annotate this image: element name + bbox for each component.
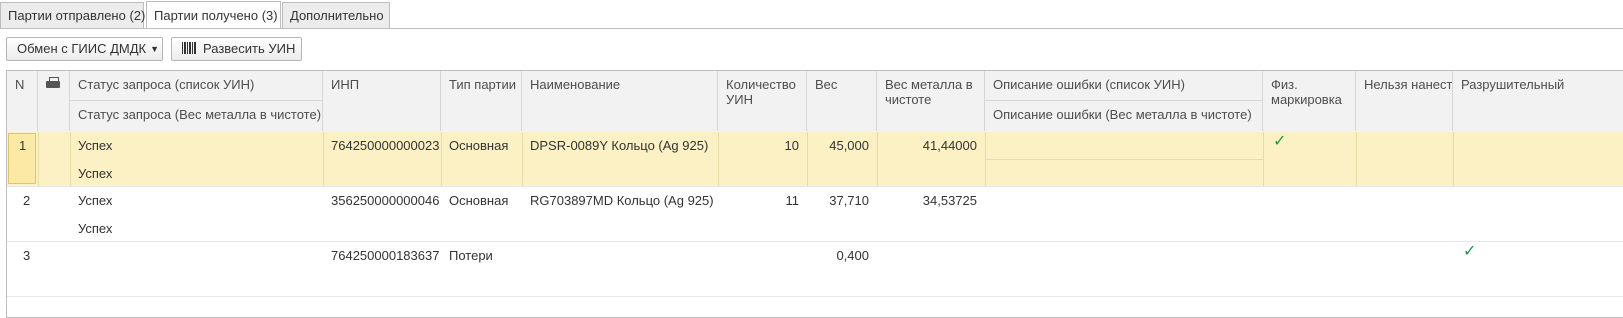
cell-inp: 764250000000023 xyxy=(331,138,440,153)
header-cannot-apply[interactable]: Нельзя нанести физ… xyxy=(1356,71,1453,131)
destructive-check-icon[interactable]: ✓ xyxy=(1455,244,1484,260)
header-weight[interactable]: Вес xyxy=(807,71,877,131)
cell-status-uin: Успех xyxy=(78,193,113,208)
table-header: N Статус запроса (список УИН) Статус зап… xyxy=(7,71,1623,133)
tab-bar: Партии отправлено (2) Партии получено (3… xyxy=(0,0,1623,29)
split-uin-label: Развесить УИН xyxy=(203,41,296,56)
cell-inp: 764250000183637 xyxy=(331,248,440,263)
cell-n: 2 xyxy=(23,193,31,208)
printer-icon xyxy=(46,77,60,90)
cell-weight: 45,000 xyxy=(829,138,869,153)
cell-weight: 37,710 xyxy=(829,193,869,208)
header-uin-qty[interactable]: Количество УИН xyxy=(718,71,807,131)
exchange-giis-dmdk-button[interactable]: Обмен с ГИИС ДМДК ▼ xyxy=(6,37,163,61)
cell-metal-weight: 34,53725 xyxy=(922,193,977,208)
header-inp[interactable]: ИНП xyxy=(323,71,441,131)
header-batch-type[interactable]: Тип партии xyxy=(441,71,522,131)
cell-uin-qty: 10 xyxy=(784,138,799,153)
cell-uin-qty: 11 xyxy=(785,193,800,208)
header-n[interactable]: N xyxy=(7,71,38,131)
header-metal-weight[interactable]: Вес металла в чистоте xyxy=(877,71,985,131)
cell-status-metal: Успех xyxy=(78,166,113,181)
cell-status-metal: Успех xyxy=(78,221,113,236)
cell-status-uin: Успех xyxy=(78,138,113,153)
tab-additional[interactable]: Дополнительно xyxy=(282,2,390,28)
header-destructive[interactable]: Разрушительный xyxy=(1453,71,1623,131)
cell-n: 1 xyxy=(19,138,27,153)
header-status-uin[interactable]: Статус запроса (список УИН) xyxy=(70,71,323,101)
table-row[interactable]: 2 Успех Успех 356250000000046 Основная R… xyxy=(7,187,1623,241)
barcode-icon xyxy=(182,42,196,54)
cell-batch-type: Основная xyxy=(449,193,509,208)
table-row[interactable]: 3 764250000183637 Потери 0,400 ✓ xyxy=(7,242,1623,296)
phys-marking-check-icon[interactable]: ✓ xyxy=(1265,134,1294,150)
header-phys-marking[interactable]: Физ. маркировка xyxy=(1263,71,1356,131)
split-uin-button[interactable]: Развесить УИН xyxy=(171,37,302,61)
cell-batch-type: Основная xyxy=(449,138,509,153)
table-row[interactable]: 1 Успех Успех 764250000000023 Основная D… xyxy=(7,132,1623,186)
header-status-metal[interactable]: Статус запроса (Вес металла в чистоте) xyxy=(70,101,323,131)
header-print[interactable] xyxy=(38,71,70,131)
cell-name: DPSR-0089Y Кольцо (Ag 925) xyxy=(530,138,709,153)
header-name[interactable]: Наименование xyxy=(522,71,718,131)
cell-inp: 356250000000046 xyxy=(331,193,440,208)
header-error-uin[interactable]: Описание ошибки (список УИН) xyxy=(985,71,1263,101)
cell-metal-weight: 41,44000 xyxy=(922,138,977,153)
dropdown-caret-icon: ▼ xyxy=(150,44,160,54)
cell-name: RG703897MD Кольцо (Ag 925) xyxy=(530,193,714,208)
exchange-label: Обмен с ГИИС ДМДК xyxy=(17,41,147,56)
batches-table[interactable]: N Статус запроса (список УИН) Статус зап… xyxy=(6,70,1623,318)
tab-batches-received[interactable]: Партии получено (3) xyxy=(146,1,281,28)
tab-batches-sent[interactable]: Партии отправлено (2) xyxy=(0,2,145,28)
header-error-metal[interactable]: Описание ошибки (Вес металла в чистоте) xyxy=(985,101,1263,131)
cell-weight: 0,400 xyxy=(836,248,869,263)
cell-n: 3 xyxy=(23,248,31,263)
cell-batch-type: Потери xyxy=(449,248,493,263)
